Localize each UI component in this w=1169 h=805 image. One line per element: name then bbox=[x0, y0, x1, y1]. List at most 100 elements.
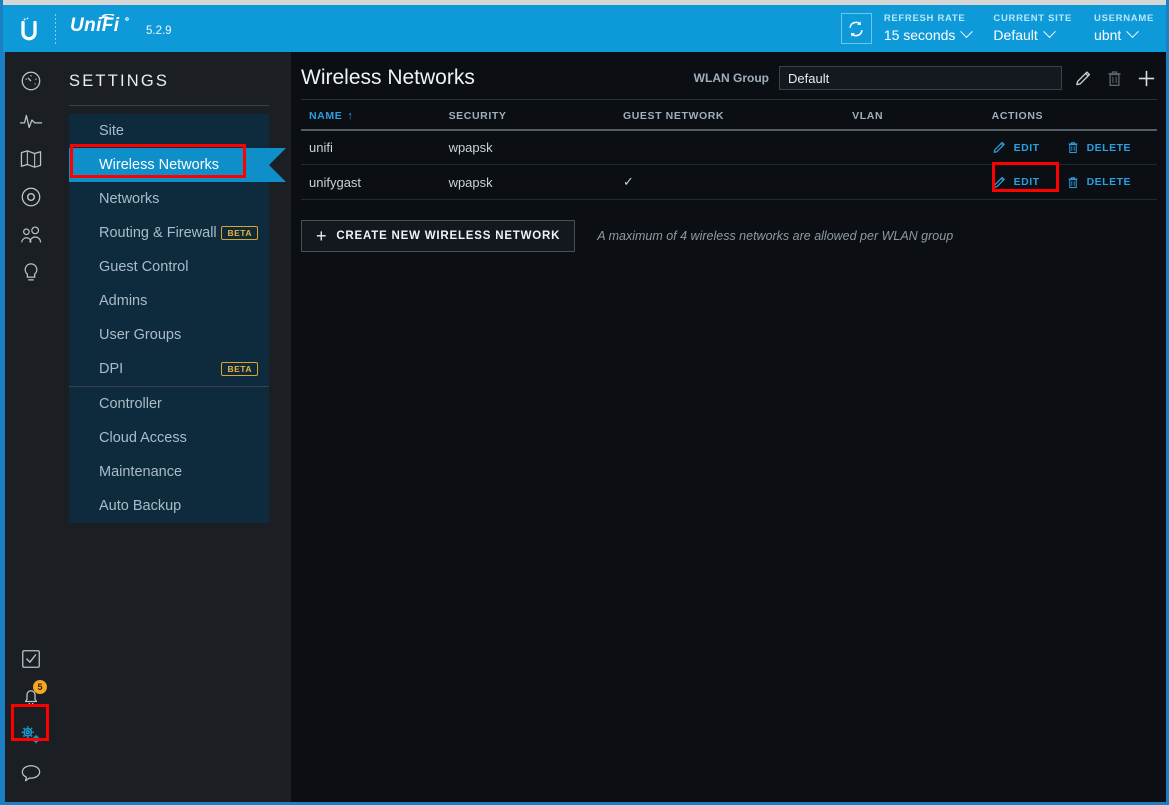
column-header-name[interactable]: NAME ↑ bbox=[301, 100, 449, 131]
create-new-wireless-network-button[interactable]: + CREATE NEW WIRELESS NETWORK bbox=[301, 220, 576, 252]
column-label: VLAN bbox=[852, 110, 884, 122]
column-label: ACTIONS bbox=[991, 110, 1044, 122]
rail-item-map[interactable] bbox=[4, 140, 57, 178]
settings-sidebar: SETTINGS Site Wireless Networks Networks… bbox=[56, 52, 291, 802]
sidebar-item-maintenance[interactable]: Maintenance bbox=[69, 455, 269, 489]
sidebar-item-label: Routing & Firewall bbox=[99, 225, 217, 241]
sort-ascending-icon: ↑ bbox=[347, 110, 354, 122]
main-content: Wireless Networks WLAN Group Default NAM… bbox=[291, 52, 1166, 802]
rail-item-chat[interactable] bbox=[4, 754, 57, 792]
sidebar-item-cloud-access[interactable]: Cloud Access bbox=[69, 421, 269, 455]
delete-button[interactable]: DELETE bbox=[1066, 175, 1131, 190]
delete-label: DELETE bbox=[1086, 141, 1131, 154]
username-control[interactable]: USERNAME ubnt bbox=[1094, 12, 1154, 43]
chevron-down-icon bbox=[960, 25, 974, 39]
column-header-vlan[interactable]: VLAN bbox=[852, 100, 992, 131]
statistics-icon bbox=[19, 114, 42, 129]
sidebar-item-label: Auto Backup bbox=[99, 498, 182, 514]
settings-title: SETTINGS bbox=[69, 72, 170, 90]
delete-button[interactable]: DELETE bbox=[1066, 140, 1131, 155]
active-pointer-icon bbox=[269, 148, 286, 182]
username-label: USERNAME bbox=[1094, 12, 1154, 24]
sidebar-item-controller[interactable]: Controller bbox=[69, 387, 269, 421]
current-site-value[interactable]: Default bbox=[993, 25, 1072, 43]
sidebar-item-site[interactable]: Site bbox=[69, 114, 269, 148]
edit-button[interactable]: EDIT bbox=[992, 175, 1040, 190]
sidebar-item-label: Wireless Networks bbox=[99, 157, 220, 173]
table-row[interactable]: unifygast wpapsk ✓ EDIT DELETE bbox=[301, 164, 1157, 200]
chat-icon bbox=[21, 765, 40, 782]
column-label: GUEST NETWORK bbox=[622, 110, 725, 122]
sidebar-item-guest-control[interactable]: Guest Control bbox=[69, 250, 269, 284]
alerts-badge: 5 bbox=[33, 680, 47, 694]
cell-actions: EDIT DELETE bbox=[991, 164, 1157, 200]
sidebar-item-admins[interactable]: Admins bbox=[69, 284, 269, 318]
rail-item-settings[interactable] bbox=[4, 716, 57, 754]
version-label: 5.2.9 bbox=[146, 24, 172, 37]
refresh-rate-control[interactable]: REFRESH RATE 15 seconds bbox=[883, 12, 974, 43]
tasks-icon bbox=[21, 650, 40, 668]
dashboard-icon bbox=[21, 71, 40, 91]
unifi-wordmark: UniFi bbox=[70, 13, 132, 42]
refresh-icon bbox=[849, 20, 863, 37]
plus-icon bbox=[1138, 70, 1155, 86]
username-value[interactable]: ubnt bbox=[1094, 25, 1154, 43]
settings-gears-icon bbox=[21, 726, 40, 744]
rail-item-tasks[interactable] bbox=[4, 640, 57, 678]
sidebar-item-dpi[interactable]: DPI BETA bbox=[69, 352, 269, 386]
map-icon bbox=[20, 150, 41, 168]
sidebar-item-user-groups[interactable]: User Groups bbox=[69, 318, 269, 352]
refresh-button[interactable] bbox=[840, 13, 872, 44]
ubiquiti-logo[interactable] bbox=[3, 5, 55, 52]
column-header-security[interactable]: SECURITY bbox=[448, 100, 623, 131]
left-icon-rail: 5 bbox=[3, 52, 56, 802]
table-row[interactable]: unifi wpapsk EDIT DELETE bbox=[301, 130, 1157, 165]
rail-item-alerts[interactable]: 5 bbox=[4, 678, 57, 716]
edit-button[interactable]: EDIT bbox=[992, 140, 1040, 155]
rail-item-insights[interactable] bbox=[4, 254, 57, 292]
sidebar-item-wireless-networks[interactable]: Wireless Networks bbox=[69, 148, 286, 182]
sidebar-item-label: Cloud Access bbox=[99, 430, 187, 446]
sidebar-item-label: Controller bbox=[99, 396, 162, 412]
rail-bottom-group: 5 bbox=[4, 640, 57, 802]
refresh-rate-label: REFRESH RATE bbox=[883, 12, 966, 24]
header-controls: REFRESH RATE 15 seconds CURRENT SITE Def… bbox=[840, 5, 1166, 52]
sidebar-item-networks[interactable]: Networks bbox=[69, 182, 269, 216]
rail-item-dashboard[interactable] bbox=[4, 60, 57, 102]
ubiquiti-u-icon bbox=[21, 17, 37, 40]
column-header-actions: ACTIONS bbox=[991, 100, 1157, 131]
wlan-group-label: WLAN Group bbox=[693, 71, 769, 85]
settings-nav-list: Site Wireless Networks Networks Routing … bbox=[69, 114, 286, 523]
cell-guest-network: ✓ bbox=[622, 164, 853, 200]
wlan-group-add-button[interactable] bbox=[1136, 68, 1157, 89]
pencil-icon bbox=[992, 140, 1007, 155]
app-header: UniFi 5.2.9 REFRESH RATE 15 seconds CURR… bbox=[3, 5, 1166, 52]
cell-name: unifi bbox=[301, 130, 449, 165]
cell-actions: EDIT DELETE bbox=[991, 130, 1157, 165]
wlan-group-delete-button[interactable] bbox=[1105, 69, 1124, 88]
rail-top-group bbox=[4, 52, 57, 292]
rail-item-clients[interactable] bbox=[4, 216, 57, 254]
sidebar-item-routing-firewall[interactable]: Routing & Firewall BETA bbox=[69, 216, 269, 250]
sidebar-item-label: Networks bbox=[99, 191, 160, 207]
column-header-guest-network[interactable]: GUEST NETWORK bbox=[622, 100, 853, 131]
header-divider bbox=[55, 13, 56, 44]
page-title: Wireless Networks bbox=[301, 66, 475, 89]
trash-icon bbox=[1066, 175, 1080, 190]
wlan-group-edit-button[interactable] bbox=[1074, 69, 1093, 88]
refresh-rate-value[interactable]: 15 seconds bbox=[884, 25, 974, 43]
row-actions: EDIT DELETE bbox=[992, 175, 1157, 190]
rail-item-devices[interactable] bbox=[4, 178, 57, 216]
unifi-logotype-icon: UniFi bbox=[70, 13, 129, 36]
current-site-control[interactable]: CURRENT SITE Default bbox=[993, 13, 1072, 43]
trash-icon bbox=[1066, 140, 1080, 155]
sidebar-item-auto-backup[interactable]: Auto Backup bbox=[69, 489, 269, 523]
sidebar-item-label: Site bbox=[99, 123, 124, 139]
table-body: unifi wpapsk EDIT DELETE unifygast wpaps… bbox=[301, 130, 1157, 200]
clients-icon bbox=[20, 226, 41, 243]
delete-label: DELETE bbox=[1086, 176, 1131, 188]
rail-item-statistics[interactable] bbox=[4, 102, 57, 140]
column-label: NAME bbox=[309, 110, 343, 122]
page-header: Wireless Networks WLAN Group bbox=[301, 52, 1157, 98]
wlan-group-input[interactable] bbox=[779, 66, 1062, 90]
